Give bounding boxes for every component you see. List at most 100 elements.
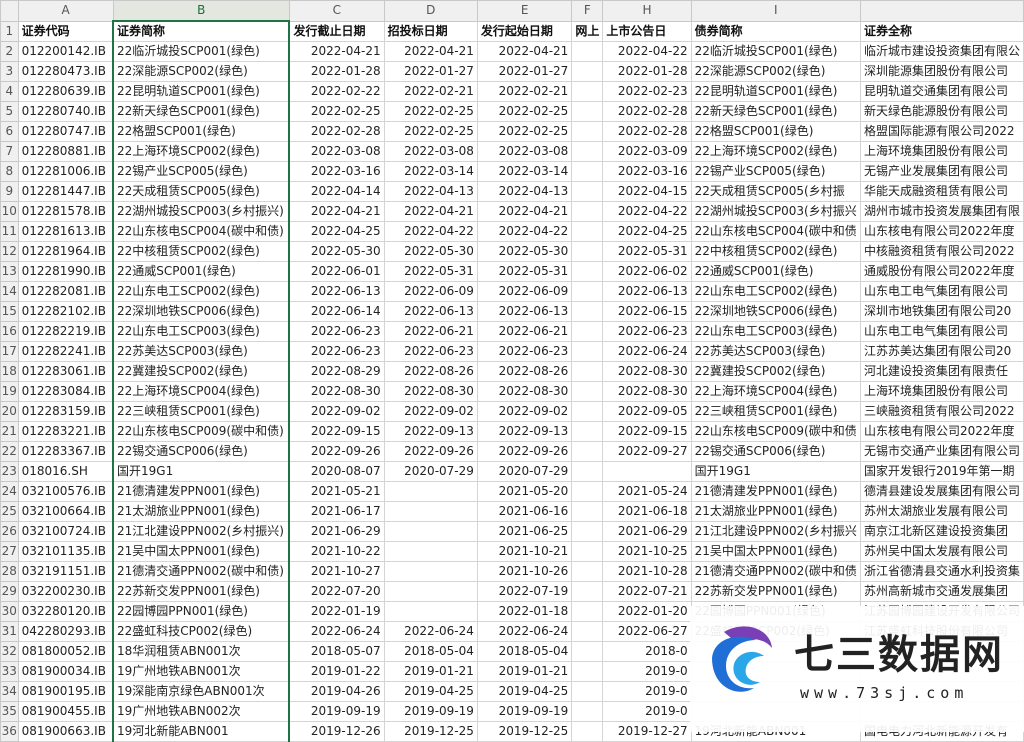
cell[interactable]: 2021-06-25 xyxy=(476,521,573,542)
cell[interactable] xyxy=(383,561,478,582)
cell[interactable]: 012283159.IB xyxy=(17,401,114,422)
cell[interactable]: 2022-02-25 xyxy=(383,121,478,142)
cell[interactable]: 苏州太湖旅业发展有限公司 xyxy=(859,501,1024,522)
cell[interactable]: 2022-06-13 xyxy=(288,281,385,302)
cell[interactable]: 招投标日期 xyxy=(383,20,478,42)
cell[interactable]: 22冀建投SCP002(绿色) xyxy=(111,361,291,382)
cell[interactable]: 081900195.IB xyxy=(17,681,114,702)
cell[interactable]: 22天成租赁SCP005(乡村振 xyxy=(690,181,861,202)
cell[interactable] xyxy=(571,481,604,502)
cell[interactable]: 2022-04-21 xyxy=(288,201,385,222)
cell[interactable]: 新天绿色能源股份有限公司 xyxy=(859,101,1024,122)
cell[interactable] xyxy=(571,461,604,482)
cell[interactable] xyxy=(571,421,604,442)
cell[interactable]: 22三峡租赁SCP001(绿色) xyxy=(111,401,291,422)
cell[interactable]: 2021-05-21 xyxy=(288,481,385,502)
cell[interactable]: 格盟国际能源有限公司2022 xyxy=(859,121,1024,142)
cell[interactable]: 2022-03-08 xyxy=(288,141,385,162)
cell[interactable]: 昆明轨道交通集团有限公司 xyxy=(859,81,1024,102)
cell[interactable]: 032280120.IB xyxy=(17,601,114,622)
cell[interactable]: 22格盟SCP001(绿色) xyxy=(111,121,291,142)
cell[interactable]: 2022-06-24 xyxy=(383,621,478,642)
cell[interactable]: 2022-02-21 xyxy=(476,81,573,102)
select-all-corner[interactable] xyxy=(0,0,19,22)
cell[interactable]: 22苏新交发PPN001(绿色) xyxy=(111,581,291,602)
cell[interactable]: 2022-03-14 xyxy=(383,161,478,182)
cell[interactable] xyxy=(571,381,604,402)
cell[interactable]: 2022-04-22 xyxy=(602,41,692,62)
cell[interactable]: 发行起始日期 xyxy=(476,20,573,42)
cell[interactable] xyxy=(571,141,604,162)
cell[interactable]: 2022-04-21 xyxy=(476,41,573,62)
cell[interactable] xyxy=(571,281,604,302)
cell[interactable]: 苏州高新城市交通发展集团 xyxy=(859,581,1024,602)
cell[interactable]: 22深圳地铁SCP006(绿色) xyxy=(690,301,861,322)
cell[interactable] xyxy=(571,341,604,362)
cell[interactable]: 国开19G1 xyxy=(690,461,861,482)
cell[interactable]: 2022-07-20 xyxy=(288,581,385,602)
cell[interactable]: 2022-05-30 xyxy=(383,241,478,262)
row-header[interactable]: 1 xyxy=(0,20,19,42)
cell[interactable]: 上市公告日 xyxy=(602,20,692,42)
row-header[interactable]: 28 xyxy=(0,561,19,582)
cell[interactable]: 032100576.IB xyxy=(17,481,114,502)
cell[interactable]: 2022-01-18 xyxy=(476,601,573,622)
cell[interactable]: 012282219.IB xyxy=(17,321,114,342)
cell[interactable]: 2022-03-14 xyxy=(476,161,573,182)
cell[interactable]: 21吴中国太PPN001(绿色) xyxy=(690,541,861,562)
cell[interactable]: 2022-09-26 xyxy=(383,441,478,462)
cell[interactable]: 012280881.IB xyxy=(17,141,114,162)
cell[interactable]: 2019-0 xyxy=(602,661,692,682)
cell[interactable]: 2022-01-19 xyxy=(288,601,385,622)
cell[interactable]: 山东电工电气集团有限公司 xyxy=(859,321,1024,342)
cell[interactable]: 2022-06-15 xyxy=(602,301,692,322)
cell[interactable] xyxy=(571,121,604,142)
cell[interactable]: 22锡产业SCP005(绿色) xyxy=(690,161,861,182)
cell[interactable] xyxy=(383,521,478,542)
row-header[interactable]: 21 xyxy=(0,421,19,442)
cell[interactable]: 2021-10-22 xyxy=(288,541,385,562)
cell[interactable] xyxy=(571,661,604,682)
cell[interactable]: 042280293.IB xyxy=(17,621,114,642)
cell[interactable]: 012280639.IB xyxy=(17,81,114,102)
cell[interactable]: 081800052.IB xyxy=(17,641,114,662)
row-header[interactable]: 14 xyxy=(0,281,19,302)
cell[interactable]: 2021-06-29 xyxy=(602,521,692,542)
row-header[interactable]: 16 xyxy=(0,321,19,342)
cell[interactable]: 2022-02-22 xyxy=(288,81,385,102)
cell[interactable]: 山东电工电气集团有限公司 xyxy=(859,281,1024,302)
cell[interactable] xyxy=(383,541,478,562)
cell[interactable] xyxy=(571,101,604,122)
row-header[interactable]: 9 xyxy=(0,181,19,202)
cell[interactable]: 上海环境集团股份有限公司 xyxy=(859,141,1024,162)
cell[interactable]: 22山东电工SCP002(绿色) xyxy=(111,281,291,302)
cell[interactable]: 2022-09-02 xyxy=(383,401,478,422)
cell[interactable]: 012283061.IB xyxy=(17,361,114,382)
row-header[interactable]: 6 xyxy=(0,121,19,142)
cell[interactable]: 2022-06-13 xyxy=(476,301,573,322)
cell[interactable]: 发行截止日期 xyxy=(288,20,385,42)
cell[interactable]: 012200142.IB xyxy=(17,41,114,62)
cell[interactable]: 2022-02-25 xyxy=(476,121,573,142)
cell[interactable]: 2022-08-30 xyxy=(602,381,692,402)
cell[interactable]: 012283367.IB xyxy=(17,441,114,462)
cell[interactable]: 2022-02-28 xyxy=(288,121,385,142)
cell[interactable]: 22深能源SCP002(绿色) xyxy=(690,61,861,82)
cell[interactable]: 三峡融资租赁有限公司2022 xyxy=(859,401,1024,422)
row-header[interactable]: 34 xyxy=(0,681,19,702)
cell[interactable]: 012280747.IB xyxy=(17,121,114,142)
cell[interactable]: 2022-08-26 xyxy=(476,361,573,382)
cell[interactable]: 2022-08-26 xyxy=(383,361,478,382)
cell[interactable]: 2022-05-30 xyxy=(476,241,573,262)
cell[interactable]: 2022-02-25 xyxy=(288,101,385,122)
row-header[interactable]: 24 xyxy=(0,481,19,502)
cell[interactable]: 2022-05-31 xyxy=(476,261,573,282)
cell[interactable]: 2019-04-25 xyxy=(476,681,573,702)
cell[interactable]: 21德清交通PPN002(碳中和债 xyxy=(690,561,861,582)
cell[interactable]: 2022-04-15 xyxy=(602,181,692,202)
cell[interactable]: 2022-04-13 xyxy=(383,181,478,202)
cell[interactable]: 2022-06-23 xyxy=(288,321,385,342)
cell[interactable]: 19深能南京绿色ABN001次 xyxy=(111,681,291,702)
column-header[interactable]: F xyxy=(571,0,604,22)
cell[interactable]: 22湖州城投SCP003(乡村振兴) xyxy=(111,201,291,222)
